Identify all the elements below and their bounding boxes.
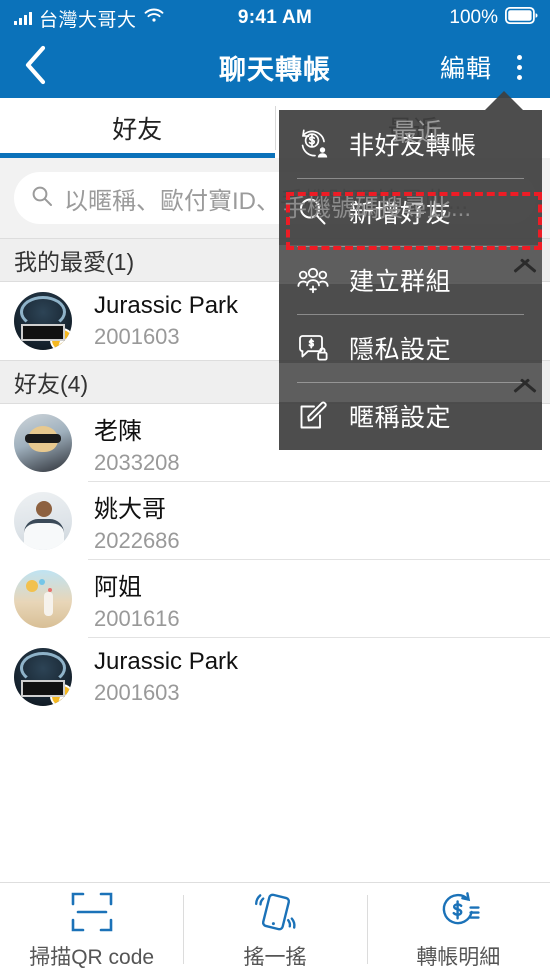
bottom-toolbar: 掃描QR code 搖一搖 轉帳明細 [0, 882, 550, 976]
avatar [14, 414, 72, 472]
friend-name: Jurassic Park [94, 292, 239, 319]
bottom-item-transfer-history[interactable]: 轉帳明細 [366, 883, 550, 976]
friend-id: 2001603 [94, 324, 180, 349]
menu-pointer-arrow [485, 91, 523, 110]
battery-percent-label: 100% [449, 7, 498, 28]
status-bar-right: 100% [449, 6, 550, 29]
menu-item-label: 暱稱設定 [349, 404, 452, 432]
battery-full-icon [504, 6, 538, 29]
avatar [14, 492, 72, 550]
friend-id: 2033208 [94, 449, 180, 475]
table-row[interactable]: ★ Jurassic Park 2001603 [0, 638, 550, 716]
status-bar: 台灣大哥大 9:41 AM 100% [0, 0, 550, 36]
friend-name: 姚大哥 [94, 495, 166, 523]
qr-scan-icon [69, 889, 115, 935]
bottom-item-label: 轉帳明細 [416, 945, 501, 969]
row-text: 老陳 2033208 [94, 411, 180, 476]
more-vertical-icon[interactable] [502, 36, 536, 98]
friend-name: Jurassic Park [94, 648, 239, 675]
menu-item-create-group[interactable]: 建立群組 [279, 246, 542, 314]
favorite-star-icon: ★ [50, 684, 72, 706]
transfer-nonfriend-icon [295, 126, 331, 162]
friend-name: 阿姐 [94, 573, 142, 601]
friend-id: 2022686 [94, 527, 180, 553]
nav-header: 聊天轉帳 編輯 [0, 36, 550, 98]
avatar: ★ [14, 292, 72, 350]
tab-friends[interactable]: 好友 [0, 98, 275, 158]
menu-item-label: 新增好友 [349, 200, 452, 228]
avatar [14, 570, 72, 628]
row-text: Jurassic Park 2001603 [94, 648, 238, 706]
privacy-lock-icon [295, 330, 331, 366]
search-icon [30, 184, 54, 213]
overflow-menu: 非好友轉帳 新增好友 建立群組 隱私設定 暱稱設定 [279, 91, 542, 450]
menu-item-privacy-settings[interactable]: 隱私設定 [279, 314, 542, 382]
friend-id: 2001616 [94, 605, 180, 631]
favorite-star-icon: ★ [50, 328, 72, 350]
friend-id: 2001603 [94, 680, 180, 705]
group-add-icon [295, 262, 331, 298]
menu-item-label: 建立群組 [349, 268, 452, 296]
bottom-item-shake[interactable]: 搖一搖 [183, 883, 366, 976]
menu-item-label: 隱私設定 [349, 336, 452, 364]
menu-item-nickname-settings[interactable]: 暱稱設定 [279, 382, 542, 450]
transfer-history-icon [435, 889, 481, 935]
table-row[interactable]: 姚大哥 2022686 [0, 482, 550, 560]
menu-item-transfer-nonfriend[interactable]: 非好友轉帳 [279, 110, 542, 178]
bottom-item-label: 掃描QR code [29, 945, 155, 969]
menu-item-label: 非好友轉帳 [349, 132, 477, 160]
friend-name: 老陳 [94, 417, 142, 445]
menu-item-add-friend[interactable]: 新增好友 [279, 178, 542, 246]
edit-pencil-icon [295, 398, 331, 434]
edit-button[interactable]: 編輯 [440, 36, 492, 98]
row-text: Jurassic Park 2001603 [94, 292, 238, 350]
search-add-friend-icon [295, 194, 331, 230]
row-text: 阿姐 2001616 [94, 567, 180, 632]
avatar: ★ [14, 648, 72, 706]
row-text: 姚大哥 2022686 [94, 489, 180, 554]
table-row[interactable]: 阿姐 2001616 [0, 560, 550, 638]
bottom-item-label: 搖一搖 [243, 945, 307, 969]
bottom-item-scan-qr[interactable]: 掃描QR code [0, 883, 183, 976]
shake-phone-icon [252, 889, 298, 935]
